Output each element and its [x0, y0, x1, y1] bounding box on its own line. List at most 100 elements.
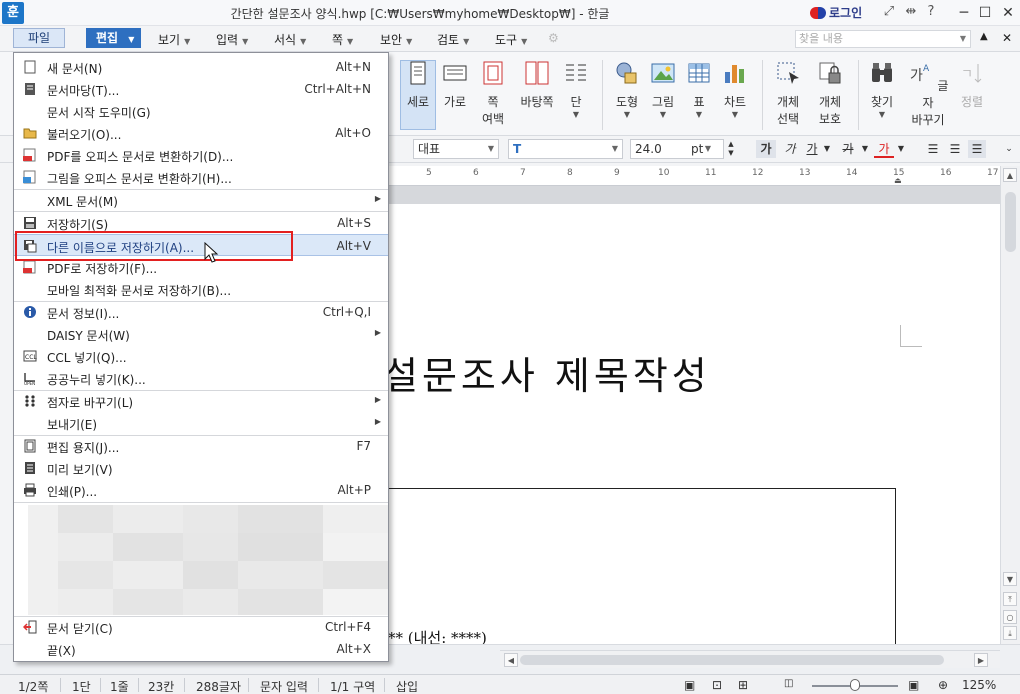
login-button[interactable]: 로그인 [810, 4, 862, 21]
font-select[interactable]: T ▼ [508, 139, 623, 159]
zoom-out-icon[interactable]: ◫ [784, 678, 793, 689]
page-view-icon[interactable]: ⊞ [738, 678, 748, 692]
menu-xml-document[interactable]: XML 문서(M) ▶ [14, 189, 388, 211]
menu-item-label: 보내기(E) [47, 418, 98, 432]
document-title[interactable]: 설문조사 제목작성 [383, 345, 711, 400]
menu-close-document[interactable]: 문서 닫기(C) Ctrl+F4 [14, 616, 388, 638]
vertical-scrollbar[interactable]: ▲ ▼ ⤒ ○ ⤓ [1000, 166, 1020, 644]
status-bar: 1/2쪽 1단 1줄 23칸 288글자 문자 입력 1/1 구역 삽입 ▣ ⊡… [0, 674, 1020, 694]
menu-item-label: 모바일 최적화 문서로 저장하기(B)... [47, 284, 232, 298]
ribbon-portrait-button[interactable]: 세로 [402, 60, 434, 110]
info-icon [24, 306, 36, 318]
ribbon-column-button[interactable]: 단 ▼ [562, 60, 590, 119]
menu-new-document[interactable]: 새 문서(N) Alt+N [14, 56, 388, 78]
zoom-level[interactable]: 125% [962, 678, 996, 692]
bold-button[interactable]: 가 [756, 140, 776, 158]
menu-daisy[interactable]: DAISY 문서(W) ▶ [14, 323, 388, 345]
menu-file[interactable]: 파일 [13, 28, 65, 48]
menu-security[interactable]: 보안 ▼ [380, 31, 412, 48]
menu-doc-info[interactable]: 문서 정보(I)... Ctrl+Q,I [14, 301, 388, 323]
normal-view-icon[interactable]: ▣ [684, 678, 695, 692]
close-button[interactable]: ✕ [996, 2, 1020, 24]
chevron-down-icon[interactable]: ▼ [896, 140, 906, 158]
document-table-box[interactable] [386, 488, 896, 648]
zoom-slider-thumb[interactable] [850, 679, 860, 691]
ribbon-chart-button[interactable]: 차트 ▼ [718, 60, 752, 119]
ribbon-landscape-button[interactable]: 가로 [440, 60, 470, 110]
menu-insert[interactable]: 입력 ▼ [216, 31, 248, 48]
resize-icon[interactable]: ⇹ [902, 4, 920, 19]
fullscreen-icon[interactable]: ⤢ [880, 4, 898, 19]
expand-toolbar-icon[interactable]: ⌄ [1002, 140, 1016, 158]
menu-view[interactable]: 보기 ▼ [158, 31, 190, 48]
zoom-in-icon[interactable]: ▣ [908, 678, 919, 692]
close-doc-x-icon[interactable]: ✕ [1002, 31, 1012, 45]
search-input[interactable]: 찾을 내용 ▼ [795, 30, 971, 48]
menu-tools[interactable]: 도구 ▼ [495, 31, 527, 48]
fit-width-icon[interactable]: ⊡ [712, 678, 722, 692]
scroll-left-icon[interactable]: ◀ [504, 653, 518, 667]
menu-open-license[interactable]: OPEN 공공누리 넣기(K)... [14, 367, 388, 389]
chevron-down-icon[interactable]: ▼ [822, 140, 832, 158]
menu-open[interactable]: 불러오기(O)... Alt+O [14, 122, 388, 144]
ribbon-table-button[interactable]: 표 ▼ [684, 60, 714, 119]
menu-print[interactable]: 인쇄(P)... Alt+P [14, 479, 388, 501]
file-menu-dropdown: 새 문서(N) Alt+N 문서마당(T)... Ctrl+Alt+N 문서 시… [13, 52, 389, 662]
toolbar-settings-icon[interactable]: ⚙ [548, 31, 559, 45]
prev-page-icon[interactable]: ⤒ [1003, 592, 1017, 606]
font-size-select[interactable]: 24.0 pt ▼ [630, 139, 724, 159]
menu-ccl[interactable]: CCL CCL 넣기(Q)... [14, 345, 388, 367]
blur-block [323, 561, 388, 589]
maximize-button[interactable]: ☐ [973, 2, 997, 24]
next-page-icon[interactable]: ⤓ [1003, 626, 1017, 640]
status-page[interactable]: 1/2쪽 [18, 678, 48, 694]
menu-image-convert[interactable]: 그림을 오피스 문서로 변환하기(H)... [14, 166, 388, 188]
ribbon-margin-button[interactable]: 쪽 여백 [476, 60, 510, 127]
menu-review[interactable]: 검토 ▼ [437, 31, 469, 48]
menu-save-mobile[interactable]: 모바일 최적화 문서로 저장하기(B)... [14, 278, 388, 300]
menu-edit[interactable]: 편집 ▼ [86, 28, 141, 48]
menu-page-setup[interactable]: 편집 용지(J)... F7 [14, 435, 388, 457]
align-left-icon[interactable]: ☰ [946, 140, 964, 158]
menu-pdf-convert[interactable]: PDF를 오피스 문서로 변환하기(D)... [14, 144, 388, 166]
scroll-down-icon[interactable]: ▼ [1003, 572, 1017, 586]
menu-preview[interactable]: 미리 보기(V) [14, 457, 388, 479]
align-center-icon[interactable]: ☰ [968, 140, 986, 158]
zoom-icon[interactable]: ⊕ [938, 678, 948, 692]
style-select[interactable]: 대표 ▼ [413, 139, 499, 159]
collapse-ribbon-icon[interactable]: ▲ [980, 31, 988, 42]
ribbon-replace-button[interactable]: 가A 글자 바꾸기 [906, 60, 950, 128]
ribbon-shape-button[interactable]: 도형 ▼ [610, 60, 644, 119]
menu-page[interactable]: 쪽 ▼ [332, 31, 353, 48]
scroll-up-icon[interactable]: ▲ [1003, 168, 1017, 182]
menu-send[interactable]: 보내기(E) ▶ [14, 412, 388, 434]
menu-braille[interactable]: 점자로 바꾸기(L) ▶ [14, 390, 388, 412]
ribbon-masterpage-button[interactable]: 바탕쪽 [518, 60, 556, 110]
page-select-icon[interactable]: ○ [1003, 610, 1017, 624]
scroll-thumb[interactable] [1005, 192, 1016, 252]
chevron-down-icon[interactable]: ▼ [860, 140, 870, 158]
pdf-icon [23, 148, 36, 162]
ribbon-picture-button[interactable]: 그림 ▼ [648, 60, 678, 119]
ruler-indent-marker[interactable]: ⏏ [894, 176, 902, 185]
menu-format[interactable]: 서식 ▼ [274, 31, 306, 48]
hscroll-thumb[interactable] [520, 655, 944, 665]
horizontal-scrollbar[interactable]: ◀ ▶ [500, 650, 1000, 668]
menu-doc-template[interactable]: 문서마당(T)... Ctrl+Alt+N [14, 78, 388, 100]
ribbon-sort-button[interactable]: ㄱ 정렬 [956, 60, 988, 110]
font-color-button[interactable]: 가 [874, 140, 894, 158]
help-icon[interactable]: ? [922, 4, 940, 19]
strike-button[interactable]: 가 [838, 140, 858, 158]
font-size-stepper[interactable]: ▲ ▼ [726, 140, 736, 158]
italic-button[interactable]: 가 [780, 140, 800, 158]
status-insert[interactable]: 삽입 [396, 678, 418, 694]
menu-start-wizard[interactable]: 문서 시작 도우미(G) [14, 100, 388, 122]
align-justify-icon[interactable]: ☰ [924, 140, 942, 158]
ribbon-object-select-button[interactable]: 개체 선택 [770, 60, 806, 127]
ribbon-find-button[interactable]: 찾기 ▼ [866, 60, 898, 119]
recent-files-blurred [28, 505, 388, 615]
menu-exit[interactable]: 끝(X) Alt+X [14, 638, 388, 660]
scroll-right-icon[interactable]: ▶ [974, 653, 988, 667]
underline-button[interactable]: 가 [802, 140, 822, 158]
ribbon-object-protect-button[interactable]: 개체 보호 [812, 60, 848, 127]
